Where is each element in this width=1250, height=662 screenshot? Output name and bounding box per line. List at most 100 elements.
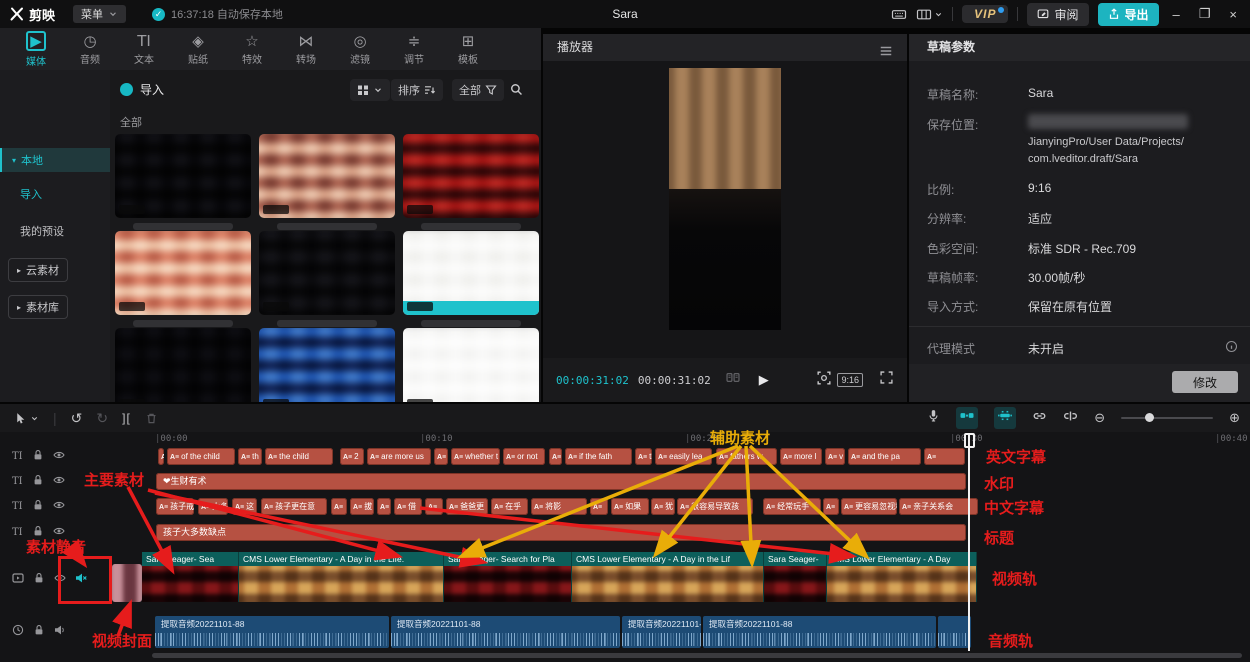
media-thumbnail[interactable] [403, 231, 539, 315]
fullscreen-button[interactable] [880, 371, 893, 389]
chinese-subtitle-clip[interactable]: A≡借 [394, 498, 422, 515]
english-subtitle-clip[interactable]: A≡whether t [451, 448, 500, 465]
import-button[interactable]: 导入 [120, 81, 164, 98]
chinese-subtitle-clip[interactable]: A≡亲子关系会 [899, 498, 978, 515]
audio-clip[interactable]: 提取音频20221101-88 [391, 616, 620, 648]
english-subtitle-clip[interactable]: A≡and the pa [848, 448, 921, 465]
redo-button[interactable]: ↻ [96, 410, 108, 427]
chinese-subtitle-clip[interactable]: A≡在乎 [491, 498, 528, 515]
sort-button[interactable]: 排序 [391, 79, 443, 101]
chinese-subtitle-clip[interactable]: A≡更容易忽视和 [841, 498, 897, 515]
english-subtitle-clip[interactable]: A≡2 [340, 448, 364, 465]
split-button[interactable]: ][ [122, 411, 131, 425]
horizontal-scrollbar[interactable] [152, 653, 1242, 658]
sidebar-item-cloud[interactable]: ▸云素材 [8, 258, 68, 282]
zoom-out-button[interactable]: ⊖ [1094, 410, 1105, 426]
chinese-subtitle-clip[interactable]: A≡ [823, 498, 839, 515]
player-menu-icon[interactable] [879, 41, 893, 68]
tab-adjust[interactable]: ≑调节 [388, 33, 440, 66]
tab-transition[interactable]: ⋈转场 [280, 33, 332, 66]
visibility-icon[interactable] [53, 498, 65, 516]
text-track-icon[interactable]: TI [12, 476, 23, 487]
media-thumbnail[interactable] [115, 134, 251, 218]
media-thumbnail[interactable] [403, 134, 539, 218]
english-subtitle-clip[interactable]: A≡ [549, 448, 562, 465]
english-subtitle-clip[interactable]: A≡easily lea [655, 448, 712, 465]
select-tool-button[interactable] [14, 412, 39, 425]
video-track-icon[interactable] [12, 571, 24, 589]
title-text-clip[interactable]: 孩子大多数缺点 [156, 524, 966, 541]
visibility-icon[interactable] [53, 448, 65, 466]
english-subtitle-clip[interactable]: A≡of the child [167, 448, 235, 465]
chinese-subtitle-clip[interactable]: A≡拔 [350, 498, 374, 515]
video-clip[interactable]: CMS Lower Elementary - A Day [827, 552, 977, 602]
text-track-icon[interactable]: TI [12, 451, 23, 462]
search-icon[interactable] [510, 83, 523, 101]
english-subtitle-clip[interactable]: A≡ [434, 448, 448, 465]
english-subtitle-clip[interactable]: A≡the child [265, 448, 333, 465]
chinese-subtitle-clip[interactable]: A≡ [331, 498, 347, 515]
text-track-icon[interactable]: TI [12, 527, 23, 538]
play-button[interactable]: ▶ [759, 372, 769, 388]
english-subtitle-clip[interactable]: A≡th [635, 448, 652, 465]
chinese-subtitle-clip[interactable]: A≡ [590, 498, 608, 515]
speaker-icon[interactable] [54, 623, 66, 641]
media-thumbnail[interactable] [403, 328, 539, 402]
media-thumbnail[interactable] [259, 328, 395, 402]
audio-track-icon[interactable] [12, 623, 24, 641]
chinese-subtitle-clip[interactable]: A≡ [425, 498, 443, 515]
media-thumbnail[interactable] [259, 134, 395, 218]
media-thumbnail[interactable] [259, 231, 395, 315]
english-subtitle-clip[interactable]: A≡are more us [367, 448, 431, 465]
english-subtitle-clip[interactable]: A≡v [825, 448, 845, 465]
delete-button[interactable] [145, 412, 158, 425]
watermark-text-clip[interactable]: ❤生财有术 [156, 473, 966, 490]
chinese-subtitle-clip[interactable]: A≡ [377, 498, 391, 515]
filter-button[interactable]: 全部 [452, 79, 504, 101]
view-mode-button[interactable] [350, 79, 390, 101]
auto-snap-button[interactable] [994, 407, 1016, 429]
lock-icon[interactable] [32, 473, 44, 491]
info-icon[interactable] [1225, 340, 1238, 358]
english-subtitle-clip[interactable]: A≡or not [503, 448, 545, 465]
media-thumbnail[interactable] [115, 231, 251, 315]
video-clip[interactable]: Sara Seager- Search for Pla [444, 552, 572, 602]
chinese-subtitle-clip[interactable]: A≡经常玩手 [763, 498, 821, 515]
minimize-button[interactable]: – [1168, 7, 1185, 22]
shortcut-keyboard-button[interactable] [891, 8, 907, 21]
lock-icon[interactable] [33, 571, 45, 589]
english-subtitle-clip[interactable]: A≡if the fath [565, 448, 632, 465]
english-subtitle-clip[interactable]: A≡ [158, 448, 164, 465]
tab-text[interactable]: TI文本 [118, 33, 170, 66]
export-button[interactable]: 导出 [1098, 3, 1159, 26]
playhead-handle[interactable] [964, 433, 975, 448]
video-clip[interactable]: CMS Lower Elementary - A Day in the Life… [239, 552, 444, 602]
english-subtitle-clip[interactable]: A≡ [924, 448, 965, 465]
ratio-button[interactable]: 9:16 [837, 373, 863, 387]
link-preview-button[interactable] [1032, 409, 1047, 428]
undo-button[interactable]: ↺ [71, 410, 83, 427]
english-subtitle-clip[interactable]: A≡th [238, 448, 262, 465]
tab-effects[interactable]: ☆特效 [226, 33, 278, 66]
preview-quality-icon[interactable] [817, 371, 831, 390]
audio-clip[interactable]: 提取音频20221101-88 [155, 616, 389, 648]
audio-clip[interactable]: 提取音频20221101-88 [622, 616, 701, 648]
chinese-subtitle-clip[interactable]: A≡大多 [198, 498, 228, 515]
main-track-magnet-button[interactable] [956, 407, 978, 429]
text-track-icon[interactable]: TI [12, 501, 23, 512]
video-clip[interactable]: Sara Seager- Sea [142, 552, 239, 602]
sidebar-item-presets[interactable]: 我的预设 [20, 223, 64, 239]
video-clip[interactable]: CMS Lower Elementary - A Day in the Lif [572, 552, 764, 602]
tab-filter[interactable]: ◎滤镜 [334, 33, 386, 66]
lock-icon[interactable] [32, 498, 44, 516]
menu-button[interactable]: 菜单 [73, 5, 126, 23]
media-thumbnail[interactable] [115, 328, 251, 402]
playhead-line[interactable] [968, 433, 970, 651]
chinese-subtitle-clip[interactable]: A≡这 [232, 498, 257, 515]
tab-template[interactable]: ⊞模板 [442, 33, 494, 66]
visibility-icon[interactable] [53, 473, 65, 491]
sidebar-item-import[interactable]: 导入 [20, 186, 42, 202]
audio-clip[interactable]: 提取音频20221101-88 [703, 616, 936, 648]
english-subtitle-clip[interactable]: A≡more l [780, 448, 822, 465]
video-preview[interactable] [669, 68, 781, 330]
